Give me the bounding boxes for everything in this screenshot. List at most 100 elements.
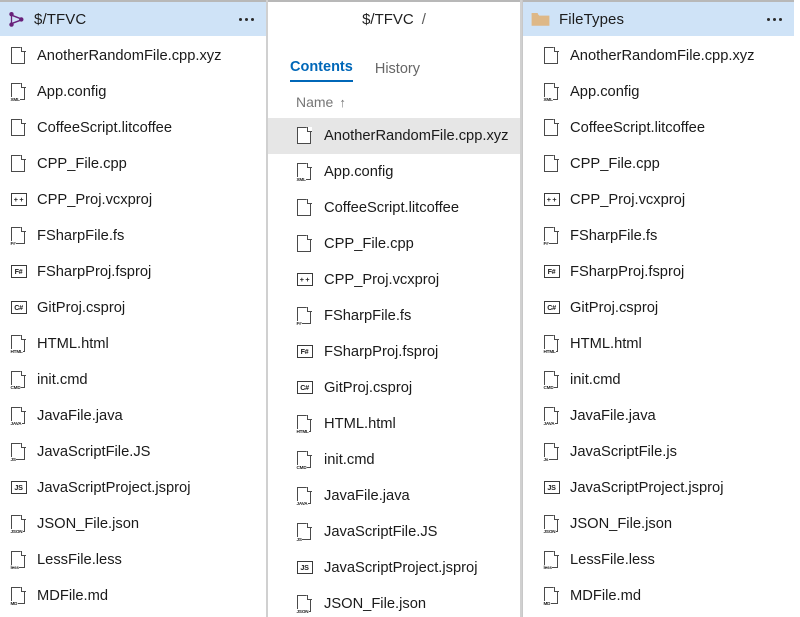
file-name: CoffeeScript.litcoffee — [324, 200, 459, 216]
file-name: CoffeeScript.litcoffee — [37, 120, 172, 136]
file-row[interactable]: + + CPP_Proj.vcxproj — [268, 262, 520, 298]
file-row[interactable]: F# FSharpProj.fsproj — [268, 334, 520, 370]
file-name: GitProj.csproj — [570, 300, 659, 316]
file-row[interactable]: CPP_File.cpp — [268, 226, 520, 262]
file-row[interactable]: XML App.config — [0, 74, 266, 110]
file-html-icon: HTML — [10, 334, 27, 354]
file-row[interactable]: CoffeeScript.litcoffee — [268, 190, 520, 226]
tab-contents[interactable]: Contents — [290, 59, 353, 82]
file-row[interactable]: JS JavaScriptProject.jsproj — [523, 470, 794, 506]
panel-file-contents: $/TFVC / Contents History Name ↑ Another… — [268, 0, 520, 617]
file-row[interactable]: + + CPP_Proj.vcxproj — [0, 182, 266, 218]
file-name: init.cmd — [324, 452, 375, 468]
file-row[interactable]: AnotherRandomFile.cpp.xyz — [268, 118, 520, 154]
file-row[interactable]: CMD init.cmd — [0, 362, 266, 398]
project-cpp-icon: + + — [296, 270, 313, 290]
file-name: CPP_File.cpp — [570, 156, 660, 172]
file-row[interactable]: JAVA JavaFile.java — [0, 398, 266, 434]
file-name: AnotherRandomFile.cpp.xyz — [570, 48, 755, 64]
file-name: FSharpProj.fsproj — [37, 264, 152, 280]
file-cpp-icon — [10, 154, 27, 174]
ellipsis-icon[interactable] — [765, 14, 784, 25]
file-name: JavaFile.java — [570, 408, 656, 424]
file-list-left: AnotherRandomFile.cpp.xyz XML App.config Co… — [0, 36, 266, 614]
file-row[interactable]: CPP_File.cpp — [523, 146, 794, 182]
project-csharp-icon: C# — [10, 298, 27, 318]
file-row[interactable]: CoffeeScript.litcoffee — [523, 110, 794, 146]
file-name: LessFile.less — [570, 552, 655, 568]
project-csharp-icon: C# — [543, 298, 560, 318]
file-row[interactable]: JSON JSON_File.json — [0, 506, 266, 542]
file-row[interactable]: C# GitProj.csproj — [268, 370, 520, 406]
breadcrumb-separator: / — [421, 10, 426, 28]
panel-tfvc-tree: $/TFVC AnotherRandomFile.cpp.xyz XML App.c… — [0, 0, 266, 617]
tab-history[interactable]: History — [375, 61, 420, 82]
file-row[interactable]: JAVA JavaFile.java — [268, 478, 520, 514]
file-row[interactable]: XML App.config — [268, 154, 520, 190]
file-row[interactable]: JSON JSON_File.json — [268, 586, 520, 617]
file-row[interactable]: F# FSharpFile.fs — [0, 218, 266, 254]
file-row[interactable]: CMD init.cmd — [523, 362, 794, 398]
ellipsis-icon[interactable] — [237, 14, 256, 25]
file-row[interactable]: JS JavaScriptProject.jsproj — [268, 550, 520, 586]
column-header-name[interactable]: Name ↑ — [268, 82, 520, 116]
file-row[interactable]: CPP_File.cpp — [0, 146, 266, 182]
file-row[interactable]: HTML HTML.html — [523, 326, 794, 362]
file-row[interactable]: HTML HTML.html — [0, 326, 266, 362]
tfvc-icon — [8, 11, 25, 28]
file-row[interactable]: HTML HTML.html — [268, 406, 520, 442]
file-row[interactable]: Js JavaScriptFile.js — [523, 434, 794, 470]
file-name: GitProj.csproj — [324, 380, 413, 396]
file-name: LessFile.less — [37, 552, 122, 568]
project-cpp-icon: + + — [543, 190, 560, 210]
file-json-icon: JSON — [296, 594, 313, 614]
breadcrumb-root[interactable]: $/TFVC — [362, 11, 414, 28]
file-js-icon: JS — [10, 442, 27, 462]
file-cpp-icon — [296, 234, 313, 254]
file-name: HTML.html — [37, 336, 109, 352]
file-row[interactable]: JS JavaScriptFile.JS — [0, 434, 266, 470]
file-row[interactable]: F# FSharpFile.fs — [268, 298, 520, 334]
file-row[interactable]: JSON JSON_File.json — [523, 506, 794, 542]
file-row[interactable]: less LessFile.less — [0, 542, 266, 578]
file-name: MDFile.md — [37, 588, 108, 604]
file-row[interactable]: CoffeeScript.litcoffee — [0, 110, 266, 146]
file-row[interactable]: JS JavaScriptFile.JS — [268, 514, 520, 550]
project-js-icon: JS — [296, 558, 313, 578]
file-name: FSharpFile.fs — [37, 228, 125, 244]
file-row[interactable]: MD MDFile.md — [0, 578, 266, 614]
project-fsharp-icon: F# — [296, 342, 313, 362]
panel-left-header[interactable]: $/TFVC — [0, 0, 266, 36]
file-row[interactable]: MD MDFile.md — [523, 578, 794, 614]
file-xml-icon: XML — [10, 82, 27, 102]
panel-right-header[interactable]: FileTypes — [523, 0, 794, 36]
file-row[interactable]: JAVA JavaFile.java — [523, 398, 794, 434]
panel-left-title: $/TFVC — [34, 10, 87, 28]
file-name: AnotherRandomFile.cpp.xyz — [324, 128, 509, 144]
file-row[interactable]: F# FSharpProj.fsproj — [0, 254, 266, 290]
project-csharp-icon: C# — [296, 378, 313, 398]
file-row[interactable]: F# FSharpFile.fs — [523, 218, 794, 254]
file-row[interactable]: AnotherRandomFile.cpp.xyz — [0, 38, 266, 74]
file-name: FSharpProj.fsproj — [570, 264, 685, 280]
file-row[interactable]: C# GitProj.csproj — [523, 290, 794, 326]
file-name: CPP_Proj.vcxproj — [570, 192, 686, 208]
file-row[interactable]: JS JavaScriptProject.jsproj — [0, 470, 266, 506]
file-row[interactable]: CMD init.cmd — [268, 442, 520, 478]
file-name: App.config — [570, 84, 640, 100]
project-fsharp-icon: F# — [10, 262, 27, 282]
file-row[interactable]: C# GitProj.csproj — [0, 290, 266, 326]
file-name: HTML.html — [570, 336, 642, 352]
file-name: AnotherRandomFile.cpp.xyz — [37, 48, 222, 64]
file-row[interactable]: AnotherRandomFile.cpp.xyz — [523, 38, 794, 74]
file-json-icon: JSON — [543, 514, 560, 534]
file-name: FSharpFile.fs — [570, 228, 658, 244]
file-row[interactable]: + + CPP_Proj.vcxproj — [523, 182, 794, 218]
file-row[interactable]: XML App.config — [523, 74, 794, 110]
file-html-icon: HTML — [543, 334, 560, 354]
file-cmd-icon: CMD — [296, 450, 313, 470]
project-fsharp-icon: F# — [543, 262, 560, 282]
file-row[interactable]: less LessFile.less — [523, 542, 794, 578]
file-name: GitProj.csproj — [37, 300, 126, 316]
file-row[interactable]: F# FSharpProj.fsproj — [523, 254, 794, 290]
